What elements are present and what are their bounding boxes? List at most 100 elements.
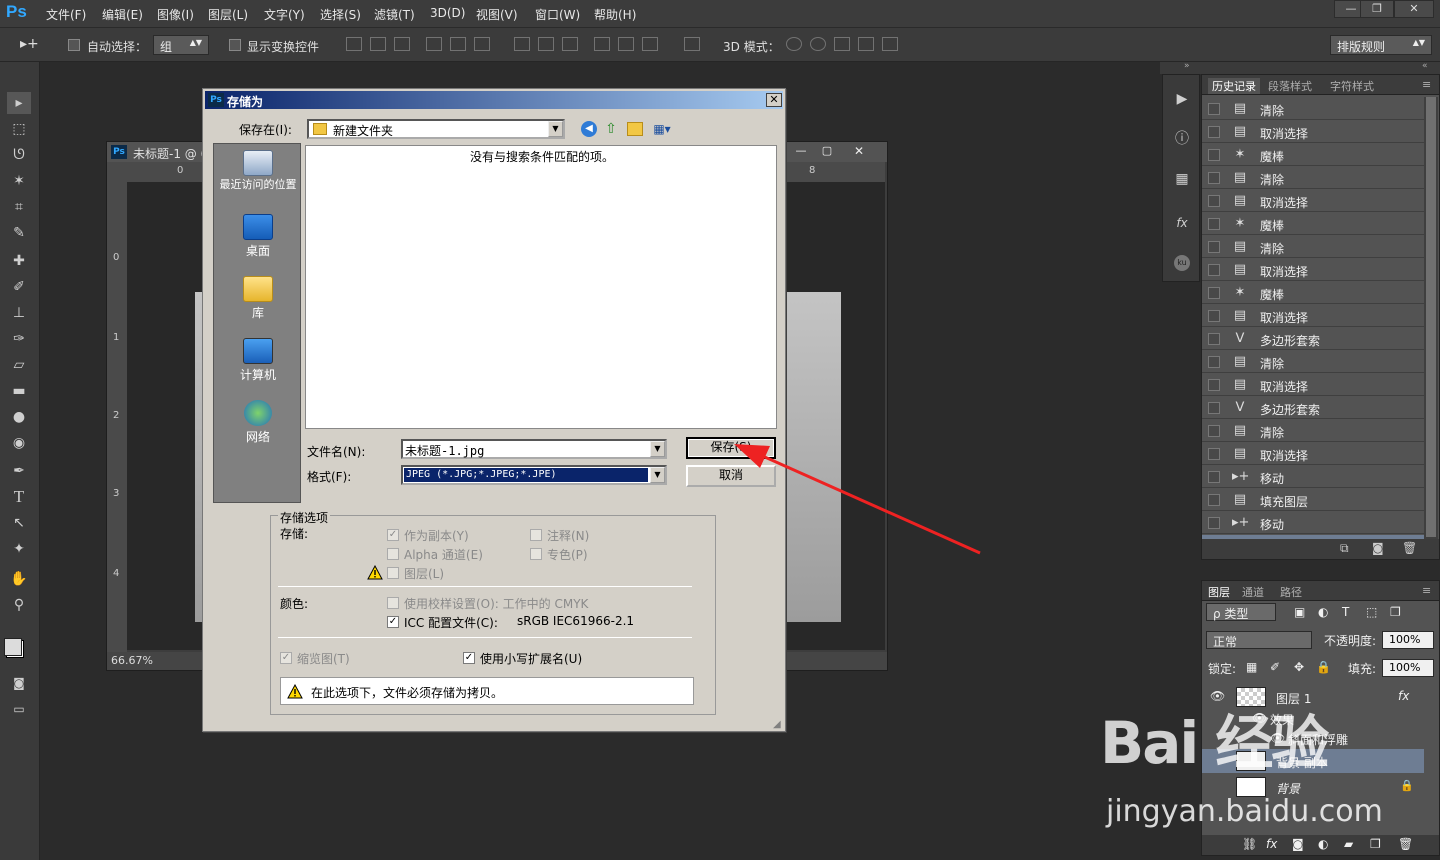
add-style-icon[interactable]: fx	[1266, 837, 1277, 851]
crop-tool-icon[interactable]: ⌗	[7, 196, 31, 218]
resize-grip-icon[interactable]: ◢	[773, 719, 781, 730]
history-item[interactable]: ▤ 取消选择	[1202, 305, 1424, 327]
filter-type-icon[interactable]: T	[1342, 605, 1349, 619]
swatches-icon[interactable]: ▦	[1174, 171, 1190, 187]
new-document-icon[interactable]: ⧉	[1340, 541, 1349, 556]
distribute-left-icon[interactable]	[594, 37, 610, 51]
panel-menu-icon[interactable]: ≡	[1422, 584, 1431, 597]
history-item[interactable]: ▤ 填充图层	[1202, 489, 1424, 511]
lowercase-ext-checkbox[interactable]: ✓	[463, 652, 475, 664]
pen-tool-icon[interactable]: ✒	[7, 460, 31, 482]
history-scrollbar[interactable]	[1424, 97, 1438, 557]
link-layers-icon[interactable]: ⛓	[1242, 837, 1257, 851]
history-source-checkbox[interactable]	[1208, 103, 1220, 115]
up-folder-icon[interactable]: ⇧	[603, 121, 619, 137]
align-bottom-icon[interactable]	[394, 37, 410, 51]
auto-select-checkbox[interactable]	[68, 39, 80, 51]
distribute-top-icon[interactable]	[514, 37, 530, 51]
eyedropper-tool-icon[interactable]: ✎	[7, 222, 31, 244]
add-mask-icon[interactable]: ◙	[1292, 837, 1304, 851]
tab-history[interactable]: 历史记录	[1208, 78, 1260, 94]
history-source-checkbox[interactable]	[1208, 172, 1220, 184]
panel-menu-icon[interactable]: ≡	[1422, 78, 1431, 91]
screen-mode-icon[interactable]: ▭	[7, 698, 31, 720]
marquee-tool-icon[interactable]: ⬚	[7, 118, 31, 140]
history-item[interactable]: ✶ 魔棒	[1202, 282, 1424, 304]
filename-input[interactable]: 未标题-1.jpg ▼	[401, 439, 667, 459]
menu-image[interactable]: 图像(I)	[157, 6, 194, 23]
lock-all-icon[interactable]: 🔒	[1316, 660, 1331, 674]
kuler-icon[interactable]: ku	[1174, 255, 1190, 271]
trash-icon[interactable]: 🗑	[1402, 541, 1417, 555]
restore-icon[interactable]: ❐	[1360, 0, 1394, 18]
doc-maximize-icon[interactable]: ▢	[815, 144, 839, 160]
quick-mask-icon[interactable]: ◙	[7, 672, 31, 694]
menu-file[interactable]: 文件(F)	[46, 6, 86, 23]
place-library[interactable]: 库	[214, 276, 302, 321]
icc-checkbox[interactable]: ✓	[387, 616, 399, 628]
distribute-bottom-icon[interactable]	[562, 37, 578, 51]
close-icon[interactable]: ✕	[1394, 0, 1434, 18]
3d-pan-icon[interactable]	[834, 37, 850, 51]
save-in-dropdown[interactable]: 新建文件夹 ▼	[307, 119, 565, 139]
history-source-checkbox[interactable]	[1208, 287, 1220, 299]
tab-paragraph-styles[interactable]: 段落样式	[1268, 78, 1312, 94]
menu-3d[interactable]: 3D(D)	[430, 6, 465, 20]
new-folder-icon[interactable]	[627, 122, 643, 136]
menu-type[interactable]: 文字(Y)	[264, 6, 305, 23]
place-computer[interactable]: 计算机	[214, 338, 302, 383]
filter-adjust-icon[interactable]: ◐	[1318, 605, 1328, 619]
view-menu-icon[interactable]: ▦▾	[651, 122, 673, 136]
tab-paths[interactable]: 路径	[1280, 584, 1302, 600]
align-right-icon[interactable]	[474, 37, 490, 51]
menu-select[interactable]: 选择(S)	[320, 6, 361, 23]
history-item[interactable]: ᐯ 多边形套索	[1202, 397, 1424, 419]
blur-tool-icon[interactable]: ●	[7, 406, 31, 428]
history-source-checkbox[interactable]	[1208, 402, 1220, 414]
history-source-checkbox[interactable]	[1208, 471, 1220, 483]
menu-layer[interactable]: 图层(L)	[208, 6, 248, 23]
distribute-hcenter-icon[interactable]	[618, 37, 634, 51]
path-select-tool-icon[interactable]: ↖	[7, 512, 31, 534]
dialog-close-icon[interactable]: ✕	[766, 93, 782, 107]
back-icon[interactable]: ◀	[581, 121, 597, 137]
history-item[interactable]: ▤ 清除	[1202, 420, 1424, 442]
history-item[interactable]: ▤ 清除	[1202, 351, 1424, 373]
history-item[interactable]: ▸+ 移动	[1202, 466, 1424, 488]
3d-rotate-icon[interactable]	[786, 37, 802, 51]
place-recent[interactable]: 最近访问的位置	[214, 150, 302, 191]
history-item[interactable]: ▸+ 移动	[1202, 512, 1424, 534]
3d-roll-icon[interactable]	[810, 37, 826, 51]
workspace-dropdown[interactable]: 排版规则 ▲▼	[1330, 35, 1432, 55]
history-item[interactable]: ▤ 清除	[1202, 98, 1424, 120]
magic-wand-tool-icon[interactable]: ✶	[7, 170, 31, 192]
history-source-checkbox[interactable]	[1208, 310, 1220, 322]
menu-edit[interactable]: 编辑(E)	[102, 6, 143, 23]
history-source-checkbox[interactable]	[1208, 241, 1220, 253]
history-source-checkbox[interactable]	[1208, 195, 1220, 207]
align-hcenter-icon[interactable]	[450, 37, 466, 51]
tab-character-styles[interactable]: 字符样式	[1330, 78, 1374, 94]
move-tool-icon[interactable]: ▸+	[20, 36, 39, 52]
align-vcenter-icon[interactable]	[370, 37, 386, 51]
auto-select-dropdown[interactable]: 组 ▲▼	[153, 35, 209, 55]
layer-fx-icon[interactable]: fx	[1398, 689, 1409, 703]
collapse-icon[interactable]: »	[1184, 61, 1190, 71]
hand-tool-icon[interactable]: ✋	[7, 568, 31, 590]
scroll-thumb[interactable]	[1426, 97, 1436, 537]
history-brush-tool-icon[interactable]: ✑	[7, 328, 31, 350]
filter-shape-icon[interactable]: ⬚	[1366, 605, 1377, 619]
gradient-tool-icon[interactable]: ▬	[7, 380, 31, 402]
healing-tool-icon[interactable]: ✚	[7, 250, 31, 272]
history-item[interactable]: ▤ 取消选择	[1202, 443, 1424, 465]
opacity-input[interactable]: 100%	[1382, 631, 1434, 649]
history-source-checkbox[interactable]	[1208, 333, 1220, 345]
history-item[interactable]: ▤ 清除	[1202, 236, 1424, 258]
place-network[interactable]: 网络	[214, 400, 302, 445]
type-tool-icon[interactable]: T	[7, 486, 31, 508]
dodge-tool-icon[interactable]: ◉	[7, 432, 31, 454]
history-item[interactable]: ▤ 取消选择	[1202, 374, 1424, 396]
stamp-tool-icon[interactable]: ⊥	[7, 302, 31, 324]
tab-channels[interactable]: 通道	[1242, 584, 1264, 600]
align-left-icon[interactable]	[426, 37, 442, 51]
